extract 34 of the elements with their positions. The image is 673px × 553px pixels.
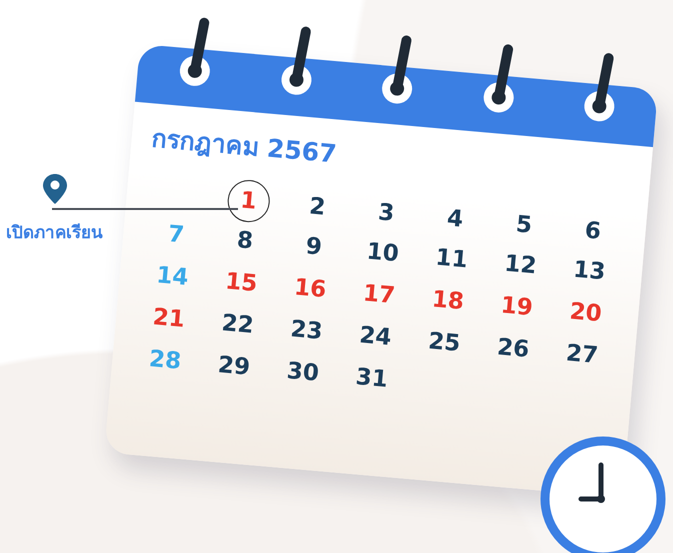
- calendar-date: 12: [503, 250, 538, 280]
- calendar-date: 8: [236, 227, 254, 255]
- calendar-date: 24: [358, 322, 392, 351]
- calendar-date: 20: [568, 298, 603, 328]
- calendar-date: 21: [152, 304, 186, 333]
- calendar-date: 5: [514, 212, 534, 239]
- calendar-date: 27: [564, 340, 600, 370]
- calendar-date: 6: [584, 218, 602, 245]
- calendar-date: 19: [500, 292, 534, 322]
- calendar-date: 13: [572, 256, 606, 286]
- month-title: กรกฎาคม 2567: [150, 122, 339, 170]
- calendar-date: 25: [427, 328, 462, 357]
- calendar-date: 26: [496, 334, 530, 364]
- calendar-date: 7: [166, 221, 186, 249]
- calendar-date: 11: [434, 244, 469, 274]
- calendar-date: 3: [377, 199, 396, 227]
- calendar-date: 23: [289, 316, 324, 345]
- calendar-date: 9: [304, 233, 323, 261]
- location-pin-icon: [42, 174, 66, 204]
- calendar-date: 16: [293, 274, 328, 304]
- calendar-date: 31: [354, 364, 389, 393]
- calendar-date: 4: [446, 205, 464, 233]
- marker-label: เปิดภาคเรียน: [6, 222, 103, 245]
- clock-icon: [539, 435, 667, 553]
- calendar-date: 30: [286, 358, 320, 387]
- calendar-date: 17: [362, 280, 396, 310]
- calendar-date: 22: [220, 310, 255, 339]
- calendar-date: 28: [148, 346, 182, 375]
- calendar-date: 10: [366, 238, 400, 268]
- calendar-date: 29: [216, 352, 252, 381]
- calendar-date: 14: [155, 262, 190, 292]
- calendar-date: 2: [308, 193, 326, 221]
- calendar-date: 15: [224, 268, 258, 298]
- calendar-date: 18: [430, 286, 465, 316]
